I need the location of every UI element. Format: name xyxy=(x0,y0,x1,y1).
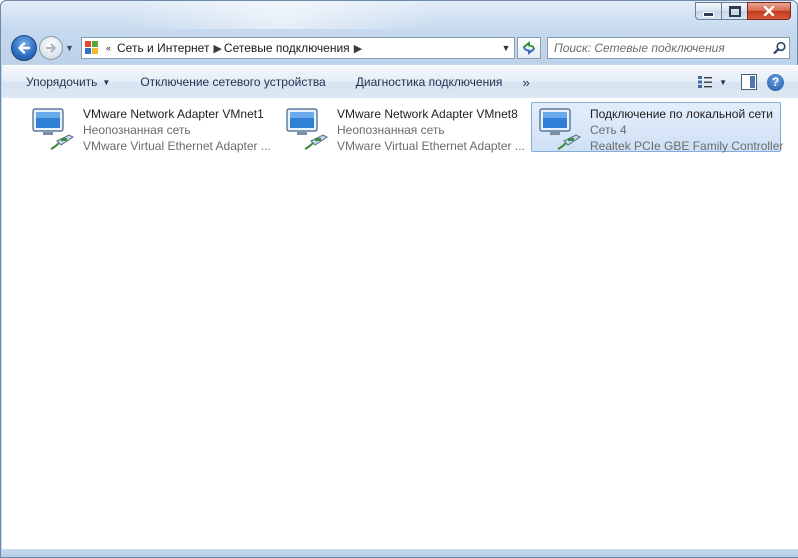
change-view-button[interactable] xyxy=(695,73,715,91)
maximize-icon xyxy=(728,5,741,17)
network-adapter-icon xyxy=(539,108,581,150)
explorer-window: ▼ « Сеть и Интернет ▶ Сетевые подключени… xyxy=(0,0,798,558)
more-commands-button[interactable]: » xyxy=(516,75,535,90)
diagnose-label: Диагностика подключения xyxy=(355,75,503,89)
organize-label: Упорядочить xyxy=(26,75,98,89)
address-dropdown-icon[interactable]: ▼ xyxy=(498,43,514,53)
disable-device-label: Отключение сетевого устройства xyxy=(140,75,326,89)
connection-status: Неопознанная сеть xyxy=(83,123,191,137)
maximize-button[interactable] xyxy=(721,2,747,20)
search-input[interactable] xyxy=(548,39,771,57)
network-adapter-icon xyxy=(286,108,328,150)
preview-pane-icon[interactable] xyxy=(741,74,757,90)
connection-device: VMware Virtual Ethernet Adapter ... xyxy=(337,139,525,153)
close-button[interactable] xyxy=(747,2,791,20)
address-bar[interactable]: « Сеть и Интернет ▶ Сетевые подключения … xyxy=(81,37,515,59)
breadcrumb-overflow[interactable]: « xyxy=(106,43,111,53)
connection-name: Подключение по локальной сети xyxy=(590,107,773,121)
connections-list[interactable]: VMware Network Adapter VMnet1 Неопознанн… xyxy=(2,98,798,551)
connection-info: Подключение по локальной сети Сеть 4 Rea… xyxy=(590,105,783,154)
connection-item-vmnet8[interactable]: VMware Network Adapter VMnet8 Неопознанн… xyxy=(278,102,526,154)
disable-device-button[interactable]: Отключение сетевого устройства xyxy=(132,70,333,94)
connection-device: VMware Virtual Ethernet Adapter ... xyxy=(83,139,271,153)
breadcrumb-network-internet[interactable]: Сеть и Интернет xyxy=(117,41,209,55)
minimize-button[interactable] xyxy=(695,2,721,20)
connection-device: Realtek PCIe GBE Family Controller xyxy=(590,139,784,153)
connection-info: VMware Network Adapter VMnet8 Неопознанн… xyxy=(337,105,525,154)
recent-pages-dropdown[interactable]: ▼ xyxy=(65,43,75,53)
breadcrumb-network-connections[interactable]: Сетевые подключения xyxy=(224,41,350,55)
control-panel-icon xyxy=(84,40,100,56)
help-icon[interactable]: ? xyxy=(767,73,784,91)
minimize-icon xyxy=(703,11,714,17)
chevron-down-icon: ▼ xyxy=(102,77,111,87)
back-button[interactable] xyxy=(11,35,37,61)
arrow-left-icon xyxy=(18,42,31,54)
refresh-button[interactable] xyxy=(517,37,541,59)
connection-status: Сеть 4 xyxy=(590,123,627,137)
view-list-icon xyxy=(698,76,713,88)
search-icon[interactable] xyxy=(771,41,789,55)
chevron-right-icon[interactable]: ▶ xyxy=(354,42,362,55)
network-adapter-icon xyxy=(32,108,74,150)
window-bottom-border xyxy=(1,549,798,557)
title-bar[interactable] xyxy=(1,1,797,31)
search-box[interactable] xyxy=(547,37,790,59)
close-icon xyxy=(763,6,775,16)
refresh-icon xyxy=(523,41,535,55)
diagnose-button[interactable]: Диагностика подключения xyxy=(348,70,511,94)
view-controls: ▼ ? xyxy=(695,73,798,91)
title-bar-sheen xyxy=(121,1,441,29)
connection-name: VMware Network Adapter VMnet1 xyxy=(83,107,264,121)
arrow-right-icon xyxy=(46,43,56,53)
connection-status: Неопознанная сеть xyxy=(337,123,445,137)
connection-info: VMware Network Adapter VMnet1 Неопознанн… xyxy=(83,105,271,154)
chevron-right-icon[interactable]: ▶ xyxy=(213,42,221,55)
organize-button[interactable]: Упорядочить ▼ xyxy=(18,70,118,94)
connection-name: VMware Network Adapter VMnet8 xyxy=(337,107,518,121)
connection-item-local-area[interactable]: Подключение по локальной сети Сеть 4 Rea… xyxy=(531,102,783,154)
view-dropdown-icon[interactable]: ▼ xyxy=(719,78,727,87)
chevron-down-icon: ▼ xyxy=(65,43,74,53)
caption-buttons xyxy=(695,2,791,20)
navigation-bar: ▼ « Сеть и Интернет ▶ Сетевые подключени… xyxy=(1,31,797,63)
connection-item-vmnet1[interactable]: VMware Network Adapter VMnet1 Неопознанн… xyxy=(24,102,272,154)
command-bar: Упорядочить ▼ Отключение сетевого устрой… xyxy=(2,65,798,99)
forward-button[interactable] xyxy=(39,36,63,60)
